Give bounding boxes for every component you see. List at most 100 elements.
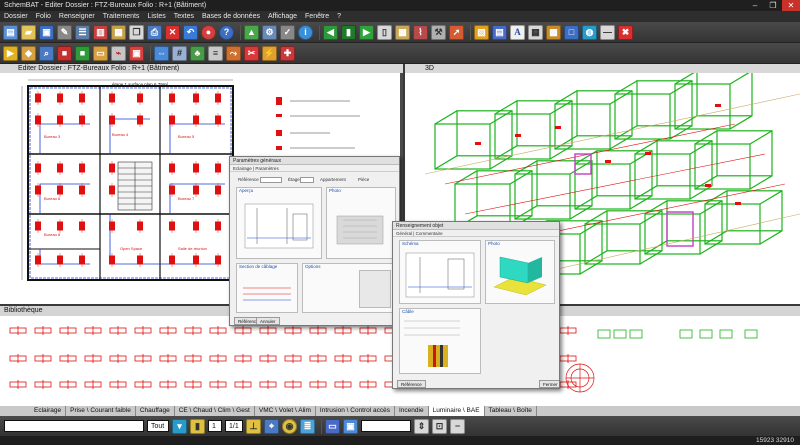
dialog-tabs[interactable]: Général | Commentaire [393,230,559,237]
menu-textes[interactable]: Textes [170,13,198,20]
screen-icon[interactable]: ▭ [325,418,340,434]
settings-icon[interactable]: ⚙ [262,24,277,40]
etage-input[interactable] [300,177,314,183]
layer-select[interactable]: Tout [147,420,169,432]
options-group: Options [302,263,396,313]
grid-icon[interactable]: # [172,45,187,61]
book-icon[interactable]: ▥ [93,24,108,40]
device-icon[interactable]: ▣ [129,45,144,61]
menu-fenetre[interactable]: Fenêtre [301,13,333,20]
menu-folio[interactable]: Folio [32,13,55,20]
select-icon[interactable]: ▶ [3,45,18,61]
close-dialog-button[interactable]: Fermer [539,380,559,388]
open-folder-icon[interactable]: ▰ [21,24,36,40]
tab-chauffage[interactable]: Chauffage [136,406,175,416]
scale-icon[interactable]: ⇕ [414,418,429,434]
tab-3d[interactable]: 3D [405,64,800,73]
delete-icon[interactable]: ✕ [165,24,180,40]
close-button[interactable]: ✕ [782,0,800,11]
menu-affichage[interactable]: Affichage [264,13,301,20]
snap-icon[interactable]: ⌖ [264,418,279,434]
align-bottom-icon[interactable]: ⊥ [246,418,261,434]
page-number-field[interactable]: 1 [208,420,222,432]
plan-icon[interactable]: ▩ [395,24,410,40]
layer-select-empty[interactable] [4,420,144,432]
plan-tab[interactable]: Editer Dossier : FTZ-Bureaux Folio : R+1… [0,64,403,73]
text-font-icon[interactable]: A [510,24,525,40]
cable-icon[interactable]: ⌁ [111,45,126,61]
arrow-tool-icon[interactable]: ➚ [449,24,464,40]
check-icon[interactable]: ✓ [280,24,295,40]
image-icon[interactable]: ▲ [244,24,259,40]
save-icon[interactable]: ▣ [39,24,54,40]
layer-toggle-icon[interactable]: ▾ [172,418,187,434]
erase-icon[interactable]: ✖ [618,24,633,40]
print-icon[interactable]: ⎙ [147,24,162,40]
page-icon[interactable]: ▯ [377,24,392,40]
tag-icon[interactable]: ✚ [280,45,295,61]
reference-input[interactable] [260,177,282,183]
menu-traitements[interactable]: Traitements [99,13,144,20]
help-icon[interactable]: ? [219,24,234,40]
menu-renseigner[interactable]: Renseigner [55,13,99,20]
go-next-icon[interactable]: ▶ [359,24,374,40]
monitor-icon[interactable]: ▣ [343,418,358,434]
page-flag-icon[interactable]: ▮ [190,418,205,434]
cut-icon[interactable]: ✂ [244,45,259,61]
wire-icon[interactable]: ⌇ [413,24,428,40]
tab-ce-chaud[interactable]: CE \ Chaud \ Clim \ Gest [175,406,255,416]
tab-incendie[interactable]: Incendie [395,406,429,416]
go-first-icon[interactable]: ◀ [323,24,338,40]
dialog-title: Renseignement objet [393,222,559,230]
green-cube-icon[interactable]: ■ [75,45,90,61]
menu-dossier[interactable]: Dossier [0,13,32,20]
align-icon[interactable]: ≡ [208,45,223,61]
line-icon[interactable]: — [600,24,615,40]
field-piece: Pièce [358,177,370,182]
info-icon[interactable]: i [298,24,313,40]
tree-icon[interactable]: ♣ [190,45,205,61]
route-icon[interactable]: ⤳ [226,45,241,61]
table-icon[interactable]: ▦ [528,24,543,40]
globe-icon[interactable]: ◍ [582,24,597,40]
red-cube-icon[interactable]: ■ [57,45,72,61]
tools-icon[interactable]: ⚒ [431,24,446,40]
layers-icon[interactable]: ≣ [300,418,315,434]
dialog-tabs[interactable]: Eclairage | Paramètres [230,165,399,172]
reference-button[interactable]: Référence [397,380,426,388]
layer-icon[interactable]: ▧ [474,24,489,40]
maximize-button[interactable]: ❐ [764,0,782,11]
tab-tableau[interactable]: Tableau \ Boîte [485,406,537,416]
lightning-icon[interactable]: ⚡ [262,45,277,61]
menu-bases[interactable]: Bases de données [198,13,264,20]
zoom-out-icon[interactable]: − [450,418,465,434]
tab-vmc[interactable]: VMC \ Volet \ Alim [255,406,316,416]
stop-icon[interactable]: ● [201,24,216,40]
folder-green-icon[interactable]: ▮ [341,24,356,40]
label-icon[interactable]: ▭ [93,45,108,61]
undo-icon[interactable]: ↶ [183,24,198,40]
minimize-button[interactable]: – [746,0,764,11]
cube-icon[interactable]: ◆ [21,45,36,61]
edit-icon[interactable]: ✎ [57,24,72,40]
clipboard-icon[interactable]: ▦ [111,24,126,40]
tab-eclairage[interactable]: Eclairage [30,406,67,416]
tab-intrusion[interactable]: Intrusion \ Control accès [316,406,395,416]
copy-icon[interactable]: ❐ [129,24,144,40]
field-appartement: Appartement [320,177,346,182]
cancel-button[interactable]: Annuler [256,317,280,325]
new-icon[interactable]: ▤ [3,24,18,40]
frame-icon[interactable]: □ [564,24,579,40]
tab-prise[interactable]: Prise \ Courant faible [66,406,136,416]
bulb-selector[interactable] [361,420,411,432]
symbol-icon[interactable]: ▩ [546,24,561,40]
zoom-icon[interactable]: ⌕ [39,45,54,61]
measure-icon[interactable]: ⇔ [154,45,169,61]
tab-luminaire[interactable]: Luminaire \ BAE [428,406,485,416]
menu-listes[interactable]: Listes [143,13,169,20]
menu-help[interactable]: ? [333,13,345,20]
list-icon[interactable]: ☰ [75,24,90,40]
bulb-icon[interactable]: ◉ [282,418,297,434]
pages-icon[interactable]: ▤ [492,24,507,40]
zoom-fit-icon[interactable]: ⊡ [432,418,447,434]
